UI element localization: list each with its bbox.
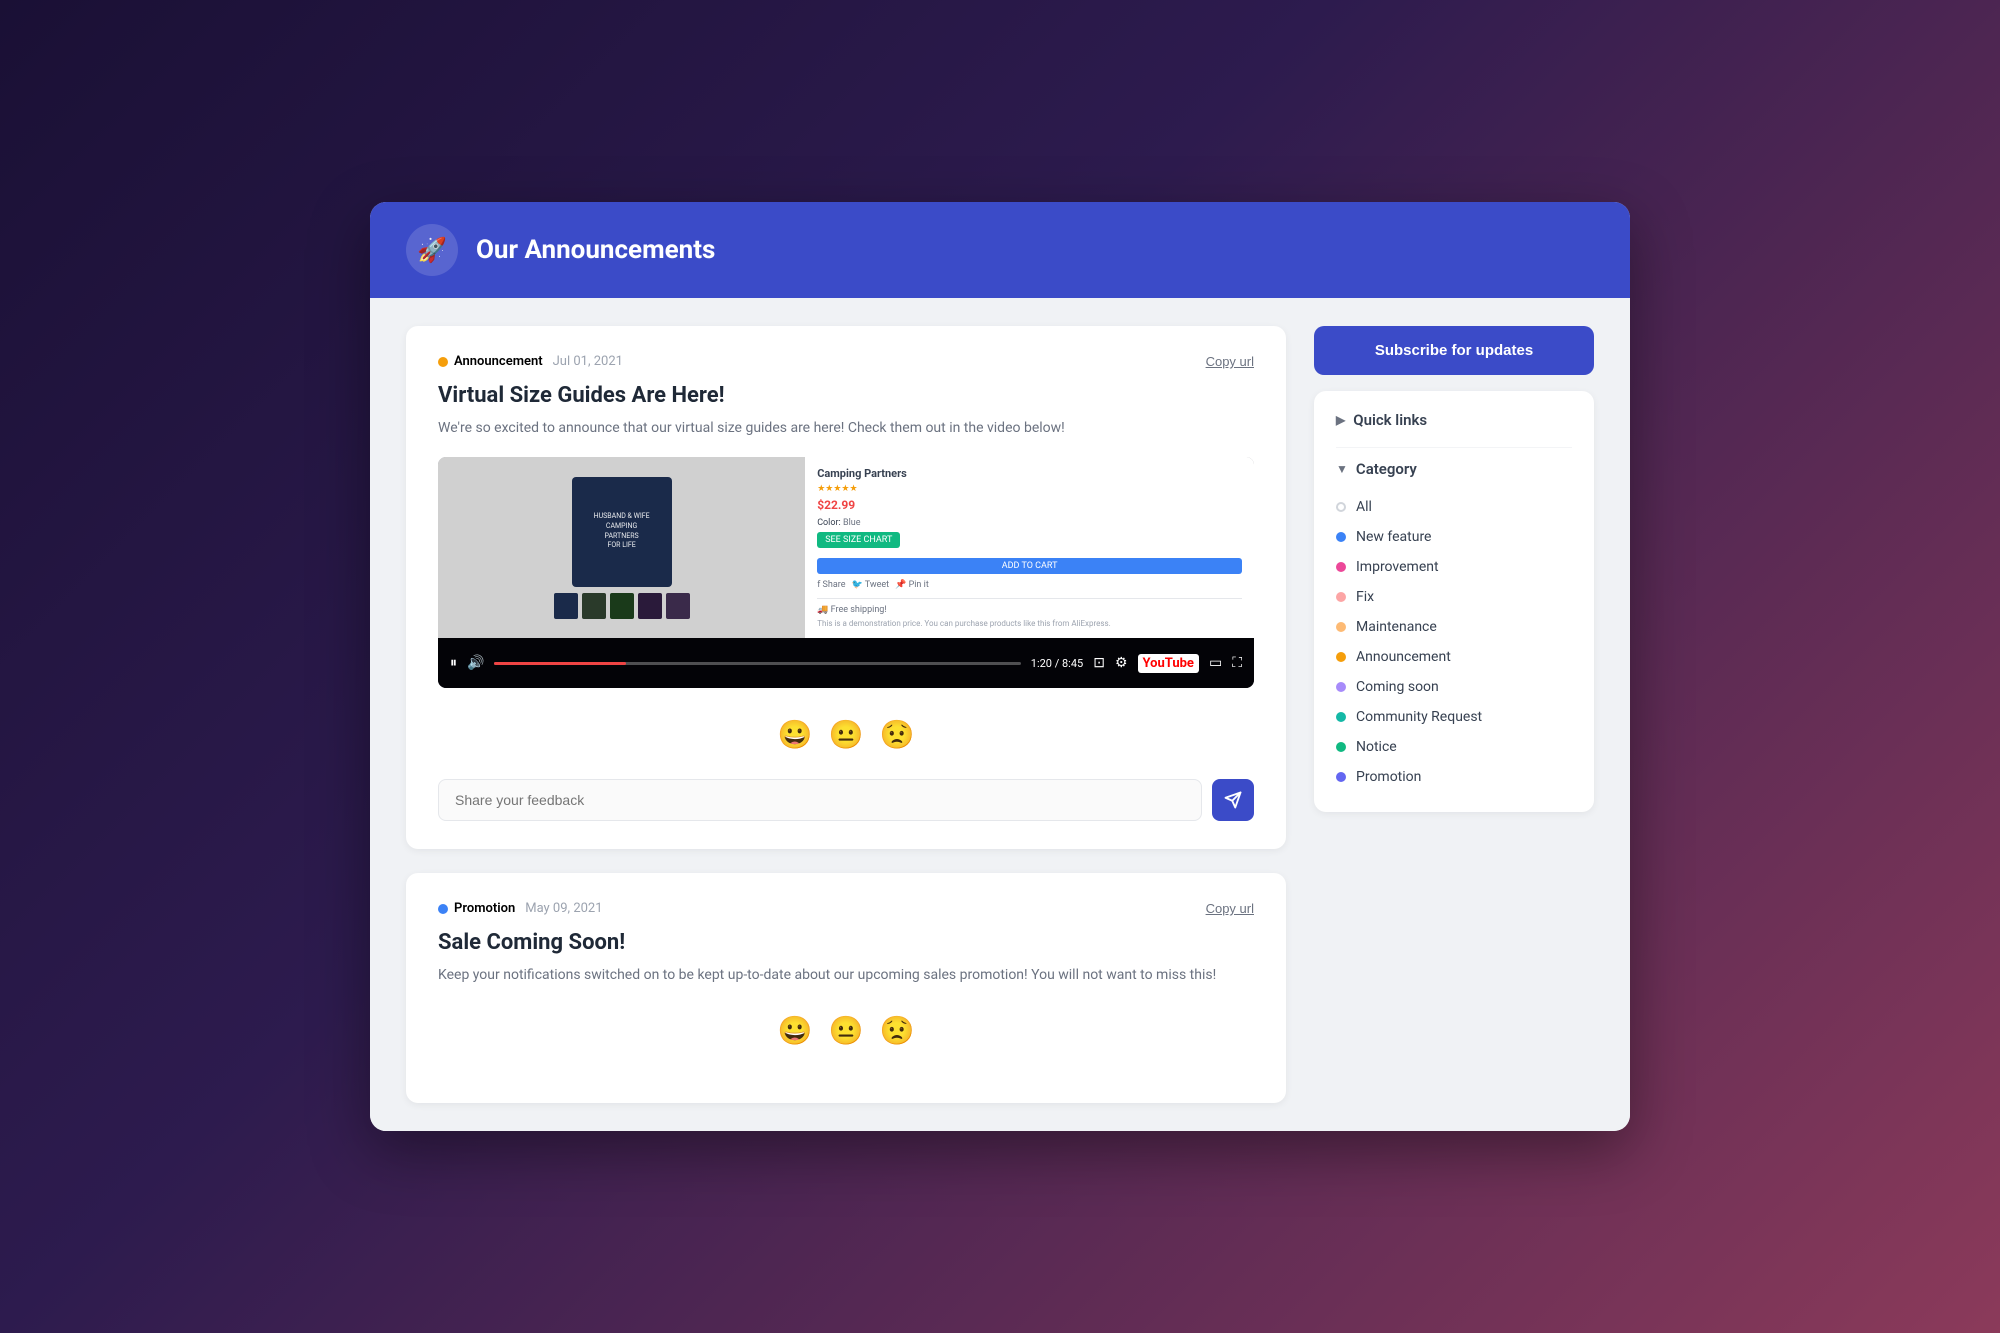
- category-header[interactable]: ▼ Category: [1336, 460, 1572, 478]
- product-image: HUSBAND & WIFECAMPINGPARTNERSFOR LIFE: [572, 477, 672, 587]
- post-2-title: Sale Coming Soon!: [438, 930, 1254, 955]
- size-chart-btn[interactable]: SEE SIZE CHART: [817, 532, 900, 548]
- youtube-logo: YouTube: [1138, 654, 1199, 673]
- logo-icon: 🚀: [406, 224, 458, 276]
- product-thumbnails: [554, 593, 690, 619]
- category-label: Category: [1356, 460, 1417, 478]
- post-2-emoji-reactions: 😀 😐 😟: [438, 1004, 1254, 1057]
- volume-icon[interactable]: 🔊: [467, 655, 484, 671]
- product-price: $22.99: [817, 498, 1242, 512]
- post-card-2: Promotion May 09, 2021 Copy url Sale Com…: [406, 873, 1286, 1103]
- category-chevron: ▼: [1336, 462, 1348, 476]
- category-name-coming-soon: Coming soon: [1356, 679, 1439, 695]
- category-name-fix: Fix: [1356, 589, 1374, 605]
- category-dot-new-feature: [1336, 532, 1346, 542]
- category-name-improvement: Improvement: [1356, 559, 1439, 575]
- category-item-promotion[interactable]: Promotion: [1336, 762, 1572, 792]
- sidebar: Subscribe for updates ▶ Quick links ▼ Ca…: [1314, 326, 1594, 812]
- category-item-community-request[interactable]: Community Request: [1336, 702, 1572, 732]
- video-product-right: Camping Partners ★★★★★ $22.99 Color: Blu…: [805, 457, 1254, 638]
- category-dot-maintenance: [1336, 622, 1346, 632]
- post-1-copy-url[interactable]: Copy url: [1206, 354, 1254, 369]
- neutral-emoji[interactable]: 😐: [829, 718, 864, 751]
- post-2-meta: Promotion May 09, 2021 Copy url: [438, 901, 1254, 916]
- sad-emoji[interactable]: 😟: [879, 718, 914, 751]
- post-2-date: May 09, 2021: [525, 901, 602, 916]
- category-name-all: All: [1356, 499, 1372, 515]
- post-2-copy-url[interactable]: Copy url: [1206, 901, 1254, 916]
- happy-emoji[interactable]: 😀: [778, 718, 813, 751]
- post-2-tag-label: Promotion: [454, 901, 515, 916]
- category-item-fix[interactable]: Fix: [1336, 582, 1572, 612]
- category-name-community-request: Community Request: [1356, 709, 1482, 725]
- category-name-new-feature: New feature: [1356, 529, 1431, 545]
- video-product-left: HUSBAND & WIFECAMPINGPARTNERSFOR LIFE: [438, 457, 805, 638]
- quick-links-label: Quick links: [1353, 411, 1427, 429]
- category-dot-coming-soon: [1336, 682, 1346, 692]
- header: 🚀 Our Announcements: [370, 202, 1630, 298]
- post-2-description: Keep your notifications switched on to b…: [438, 965, 1254, 986]
- pause-icon[interactable]: ⏸: [450, 655, 457, 671]
- feedback-input[interactable]: [438, 779, 1202, 821]
- category-name-notice: Notice: [1356, 739, 1397, 755]
- add-to-cart-btn[interactable]: ADD TO CART: [817, 558, 1242, 574]
- quick-links-chevron: ▶: [1336, 413, 1345, 427]
- post-2-happy-emoji[interactable]: 😀: [778, 1014, 813, 1047]
- main-container: 🚀 Our Announcements Announcement Jul 01,…: [370, 202, 1630, 1131]
- video-embed[interactable]: HUSBAND & WIFECAMPINGPARTNERSFOR LIFE: [438, 457, 1254, 688]
- category-name-announcement: Announcement: [1356, 649, 1451, 665]
- post-1-tag: Announcement: [438, 354, 543, 369]
- category-item-notice[interactable]: Notice: [1336, 732, 1572, 762]
- category-item-coming-soon[interactable]: Coming soon: [1336, 672, 1572, 702]
- category-item-improvement[interactable]: Improvement: [1336, 552, 1572, 582]
- post-1-meta: Announcement Jul 01, 2021 Copy url: [438, 354, 1254, 369]
- progress-fill: [494, 662, 626, 665]
- category-dot-notice: [1336, 742, 1346, 752]
- subtitles-icon[interactable]: ⊡: [1093, 655, 1105, 671]
- category-item-all[interactable]: All: [1336, 492, 1572, 522]
- promotion-dot: [438, 904, 448, 914]
- category-dot-community-request: [1336, 712, 1346, 722]
- post-1-tag-label: Announcement: [454, 354, 543, 369]
- category-dot-announcement: [1336, 652, 1346, 662]
- header-title: Our Announcements: [476, 235, 715, 265]
- category-dot-fix: [1336, 592, 1346, 602]
- body-layout: Announcement Jul 01, 2021 Copy url Virtu…: [370, 298, 1630, 1131]
- category-name-promotion: Promotion: [1356, 769, 1421, 785]
- sidebar-panel: ▶ Quick links ▼ Category All New f: [1314, 391, 1594, 812]
- video-content: HUSBAND & WIFECAMPINGPARTNERSFOR LIFE: [438, 457, 1254, 638]
- announcement-dot: [438, 357, 448, 367]
- settings-icon[interactable]: ⚙: [1115, 655, 1128, 671]
- video-controls: ⏸ 🔊 1:20 / 8:45 ⊡ ⚙ YouTube ▭ ⛶: [438, 638, 1254, 688]
- post-1-description: We're so excited to announce that our vi…: [438, 418, 1254, 439]
- post-1-date: Jul 01, 2021: [553, 354, 623, 369]
- category-name-maintenance: Maintenance: [1356, 619, 1437, 635]
- category-dot-improvement: [1336, 562, 1346, 572]
- feedback-form: [438, 779, 1254, 821]
- category-dot-promotion: [1336, 772, 1346, 782]
- category-item-maintenance[interactable]: Maintenance: [1336, 612, 1572, 642]
- progress-bar[interactable]: [494, 662, 1020, 665]
- post-2-tag: Promotion: [438, 901, 515, 916]
- category-dot-all: [1336, 502, 1346, 512]
- send-feedback-button[interactable]: [1212, 779, 1254, 821]
- emoji-reactions: 😀 😐 😟: [438, 708, 1254, 761]
- section-divider: [1336, 447, 1572, 448]
- quick-links-header[interactable]: ▶ Quick links: [1336, 411, 1572, 429]
- post-2-sad-emoji[interactable]: 😟: [879, 1014, 914, 1047]
- category-item-new-feature[interactable]: New feature: [1336, 522, 1572, 552]
- category-item-announcement[interactable]: Announcement: [1336, 642, 1572, 672]
- post-2-neutral-emoji[interactable]: 😐: [829, 1014, 864, 1047]
- subscribe-button[interactable]: Subscribe for updates: [1314, 326, 1594, 375]
- theater-icon[interactable]: ▭: [1209, 655, 1222, 671]
- product-name: Camping Partners: [817, 467, 1242, 480]
- fullscreen-icon[interactable]: ⛶: [1232, 655, 1242, 671]
- video-time: 1:20 / 8:45: [1031, 657, 1083, 670]
- main-content: Announcement Jul 01, 2021 Copy url Virtu…: [406, 326, 1286, 1103]
- post-1-title: Virtual Size Guides Are Here!: [438, 383, 1254, 408]
- post-card-1: Announcement Jul 01, 2021 Copy url Virtu…: [406, 326, 1286, 849]
